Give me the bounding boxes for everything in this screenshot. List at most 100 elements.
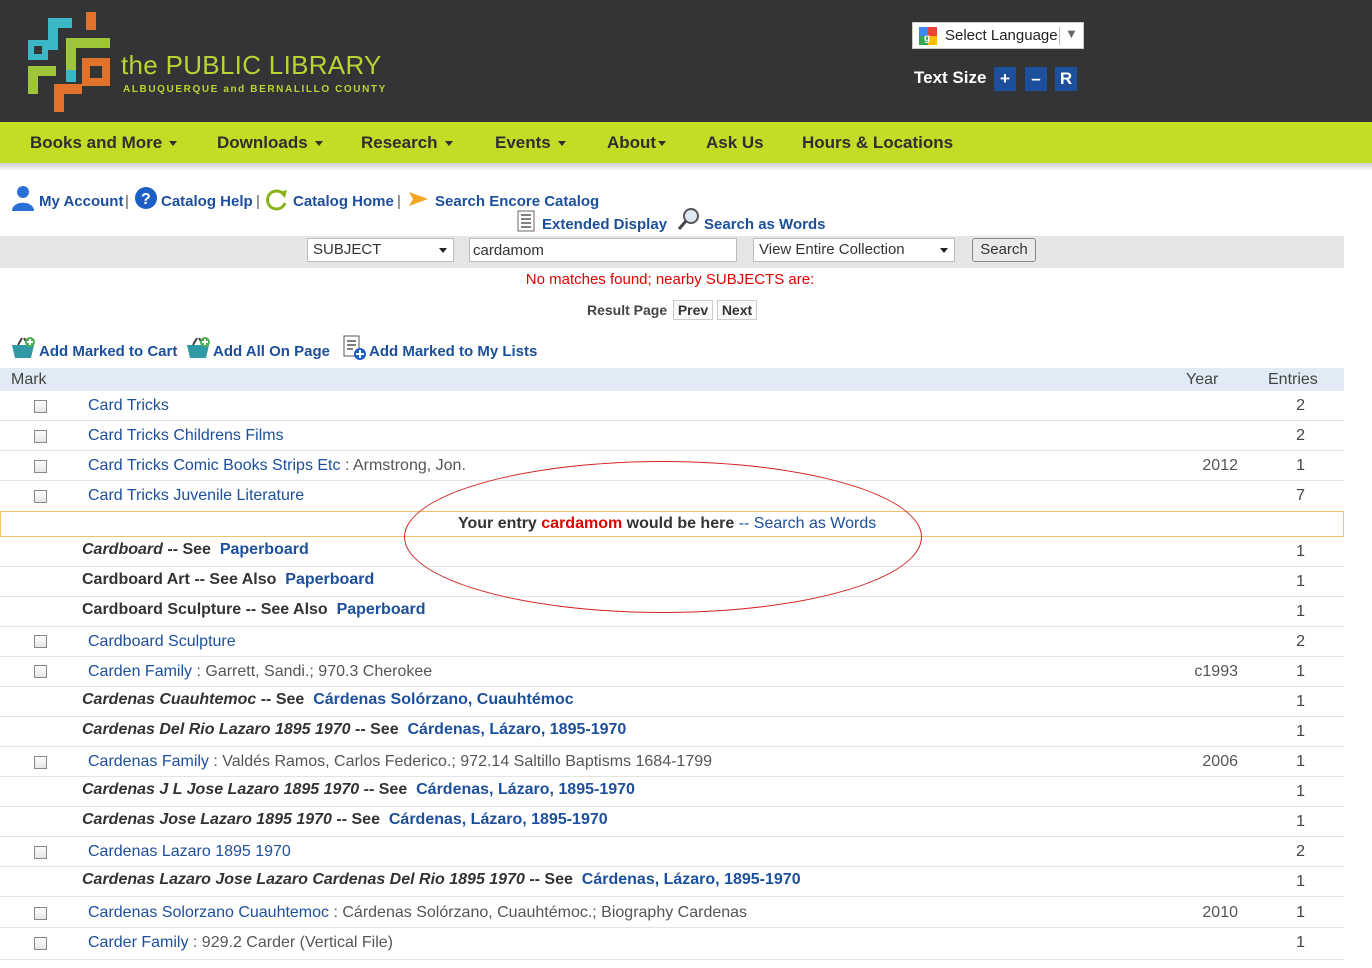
next-page-button[interactable]: Next bbox=[717, 300, 757, 320]
nav-hours-locations[interactable]: Hours & Locations bbox=[802, 133, 953, 153]
cart-add-icon[interactable] bbox=[10, 336, 36, 360]
search-as-words-link[interactable]: Search as Words bbox=[704, 216, 825, 233]
mark-checkbox[interactable] bbox=[34, 907, 47, 920]
mark-checkbox[interactable] bbox=[34, 430, 47, 443]
nav-research[interactable]: Research bbox=[361, 133, 453, 153]
no-match-message: No matches found; nearby SUBJECTS are: bbox=[525, 271, 815, 288]
mark-checkbox[interactable] bbox=[34, 756, 47, 769]
subject-detail: : Valdés Ramos, Carlos Federico.; 972.14… bbox=[208, 753, 713, 770]
table-row: Cardenas Jose Lazaro 1895 1970 -- See Cá… bbox=[0, 807, 1344, 837]
dropdown-arrow-icon bbox=[439, 248, 447, 253]
table-row: Carden Family : Garrett, Sandi.; 970.3 C… bbox=[0, 657, 1344, 687]
mark-checkbox[interactable] bbox=[34, 937, 47, 950]
catalog-help-link[interactable]: Catalog Help bbox=[161, 193, 253, 210]
mark-checkbox[interactable] bbox=[34, 635, 47, 648]
text-size-label: Text Size bbox=[914, 68, 987, 87]
refresh-home-icon[interactable] bbox=[264, 187, 290, 211]
subject-detail: : 929.2 Carder (Vertical File) bbox=[188, 934, 393, 951]
see-link[interactable]: Cárdenas Solórzano, Cuauhtémoc bbox=[313, 691, 574, 708]
nav-ask-us[interactable]: Ask Us bbox=[706, 133, 764, 153]
mark-checkbox[interactable] bbox=[34, 665, 47, 678]
mark-checkbox[interactable] bbox=[34, 460, 47, 473]
subject-link[interactable]: Card Tricks Comic Books Strips Etc bbox=[88, 457, 341, 474]
search-type-value: SUBJECT bbox=[313, 241, 382, 258]
nav-downloads-label: Downloads bbox=[217, 133, 308, 152]
table-row: Cardenas Cuauhtemoc -- See Cárdenas Soló… bbox=[0, 687, 1344, 717]
see-link[interactable]: Paperboard bbox=[337, 601, 426, 618]
text-size-decrease-button[interactable]: – bbox=[1025, 67, 1047, 91]
see-link[interactable]: Cárdenas, Lázaro, 1895-1970 bbox=[408, 721, 627, 738]
table-row: Cardboard Sculpture 2 bbox=[0, 627, 1344, 657]
catalog-home-link[interactable]: Catalog Home bbox=[293, 193, 394, 210]
help-icon[interactable]: ? bbox=[134, 186, 158, 210]
nav-books-and-more-label: Books and More bbox=[30, 133, 163, 152]
arrow-right-icon[interactable] bbox=[408, 190, 430, 208]
logo-subtitle: ALBUQUERQUE and BERNALILLO COUNTY bbox=[123, 84, 387, 95]
extended-display-icon[interactable] bbox=[517, 210, 535, 232]
add-marked-to-lists-link[interactable]: Add Marked to My Lists bbox=[369, 343, 537, 360]
see-link[interactable]: Cárdenas, Lázaro, 1895-1970 bbox=[416, 781, 635, 798]
logo-title[interactable]: the PUBLIC LIBRARY bbox=[121, 50, 382, 81]
mark-checkbox[interactable] bbox=[34, 400, 47, 413]
search-button[interactable]: Search bbox=[972, 238, 1036, 262]
entry-year: c1993 bbox=[1194, 663, 1238, 680]
subject-entry: Carder Family : 929.2 Carder (Vertical F… bbox=[88, 934, 393, 952]
see-link[interactable]: Cárdenas, Lázaro, 1895-1970 bbox=[389, 811, 608, 828]
entry-year: 2006 bbox=[1202, 753, 1238, 770]
cart-add-all-icon[interactable] bbox=[185, 336, 211, 360]
subject-detail: : Cárdenas Solórzano, Cuauhtémoc.; Biogr… bbox=[329, 904, 748, 921]
user-account-icon[interactable] bbox=[11, 185, 35, 211]
text-size-increase-button[interactable]: + bbox=[994, 67, 1016, 91]
nav-about[interactable]: About bbox=[607, 133, 667, 153]
see-link[interactable]: Paperboard bbox=[220, 541, 309, 558]
subject-link[interactable]: Carder Family bbox=[88, 934, 188, 951]
text-size-reset-button[interactable]: R bbox=[1055, 67, 1077, 91]
table-row: Carder Family : 929.2 Carder (Vertical F… bbox=[0, 928, 1344, 960]
entry-count: 1 bbox=[1296, 813, 1305, 830]
see-reference: Cardenas Lazaro Jose Lazaro Cardenas Del… bbox=[82, 871, 801, 889]
subject-entry: Card Tricks bbox=[88, 397, 169, 415]
subject-link[interactable]: Cardenas Family bbox=[88, 753, 209, 770]
nav-events[interactable]: Events bbox=[495, 133, 566, 153]
table-row: Cardenas Solorzano Cuauhtemoc : Cárdenas… bbox=[0, 897, 1344, 928]
see-term: Cardboard bbox=[82, 541, 163, 558]
entry-count: 1 bbox=[1296, 573, 1305, 590]
extended-display-link[interactable]: Extended Display bbox=[542, 216, 667, 233]
caret-down-icon bbox=[169, 141, 178, 147]
nav-books-and-more[interactable]: Books and More bbox=[30, 133, 178, 153]
collection-scope-select[interactable]: View Entire Collection bbox=[753, 238, 955, 262]
subject-link[interactable]: Carden Family bbox=[88, 663, 192, 680]
see-link[interactable]: Paperboard bbox=[285, 571, 374, 588]
list-add-icon[interactable] bbox=[343, 335, 367, 361]
prev-page-button[interactable]: Prev bbox=[673, 300, 713, 320]
subject-entry: Carden Family : Garrett, Sandi.; 970.3 C… bbox=[88, 663, 432, 681]
mark-checkbox[interactable] bbox=[34, 490, 47, 503]
my-account-link[interactable]: My Account bbox=[39, 193, 123, 210]
nav-downloads[interactable]: Downloads bbox=[217, 133, 323, 153]
search-type-select[interactable]: SUBJECT bbox=[307, 238, 454, 262]
subject-link[interactable]: Card Tricks bbox=[88, 397, 169, 414]
entry-count: 2 bbox=[1296, 427, 1305, 444]
subject-link[interactable]: Card Tricks Juvenile Literature bbox=[88, 487, 304, 504]
library-logo-icon[interactable] bbox=[26, 10, 112, 114]
language-select-label: Select Language bbox=[945, 27, 1058, 44]
see-reference: Cardboard Art -- See Also Paperboard bbox=[82, 571, 374, 589]
entry-count: 1 bbox=[1296, 783, 1305, 800]
subject-link[interactable]: Cardenas Lazaro 1895 1970 bbox=[88, 843, 291, 860]
search-input[interactable] bbox=[469, 238, 737, 262]
see-link[interactable]: Cárdenas, Lázaro, 1895-1970 bbox=[582, 871, 801, 888]
language-select[interactable]: g Select Language ▼ bbox=[912, 22, 1084, 49]
see-reference: Cardenas Cuauhtemoc -- See Cárdenas Soló… bbox=[82, 691, 574, 709]
subject-link[interactable]: Card Tricks Childrens Films bbox=[88, 427, 284, 444]
table-row: Card Tricks 2 bbox=[0, 391, 1344, 421]
add-marked-to-cart-link[interactable]: Add Marked to Cart bbox=[39, 343, 177, 360]
magnifier-icon[interactable] bbox=[677, 207, 701, 231]
see-term: Cardboard Art bbox=[82, 571, 190, 588]
subject-link[interactable]: Cardboard Sculpture bbox=[88, 633, 236, 650]
subject-link[interactable]: Cardenas Solorzano Cuauhtemoc bbox=[88, 904, 329, 921]
see-type: -- See bbox=[336, 811, 380, 828]
separator: | bbox=[125, 193, 129, 210]
search-encore-link[interactable]: Search Encore Catalog bbox=[435, 193, 599, 210]
add-all-on-page-link[interactable]: Add All On Page bbox=[213, 343, 330, 360]
mark-checkbox[interactable] bbox=[34, 846, 47, 859]
